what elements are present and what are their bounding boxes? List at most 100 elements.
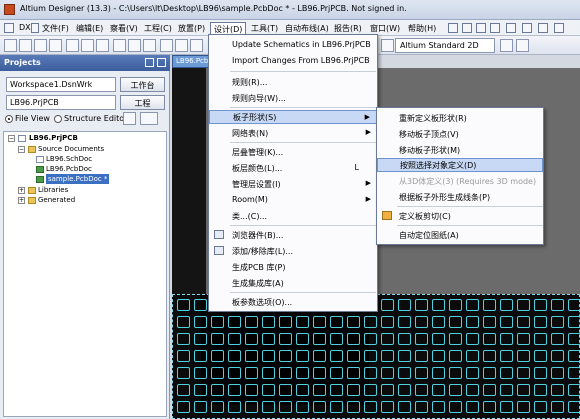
menu-netlist[interactable]: 网络表(N) ▶ (209, 126, 377, 140)
deselect-icon[interactable] (190, 39, 203, 52)
menu-layer-sets[interactable]: 管理层设置(I) ▶ (209, 177, 377, 191)
submenu-redefine-shape[interactable]: 重新定义板形状(R) (377, 111, 543, 125)
pad-outline (347, 316, 360, 328)
pad-outline (432, 333, 445, 345)
pad-outline (211, 367, 224, 379)
menu-place[interactable]: 放置(P) (175, 22, 208, 35)
menu-layer-stack[interactable]: 层叠管理(K)... (209, 145, 377, 159)
menu-add-remove-library[interactable]: 添加/移除库(L)... (209, 244, 377, 258)
menu-help[interactable]: 帮助(H) (405, 22, 439, 35)
workspace-select[interactable]: Workspace1.DsnWrk (6, 77, 116, 92)
menu-make-pcb-library[interactable]: 生成PCB 库(P) (209, 260, 377, 274)
text-icon[interactable] (538, 23, 548, 33)
pad-outline (483, 367, 496, 379)
pad-outline (296, 316, 309, 328)
tree-source-documents[interactable]: Source Documents (38, 144, 104, 154)
tree-generated[interactable]: Generated (38, 195, 75, 205)
expand-icon[interactable]: + (18, 197, 25, 204)
paste-icon[interactable] (143, 39, 156, 52)
zoom-out-icon[interactable] (81, 39, 94, 52)
document-options-icon[interactable] (140, 112, 158, 125)
menu-make-integrated-library[interactable]: 生成集成库(A) (209, 276, 377, 290)
project-settings-icon[interactable] (123, 112, 136, 125)
project-select[interactable]: LB96.PrjPCB (6, 95, 116, 110)
place-icon[interactable] (462, 23, 472, 33)
file-menu-icon (31, 23, 39, 33)
project-button[interactable]: 工程 (120, 95, 165, 110)
pad-outline (228, 367, 241, 379)
open-icon[interactable] (19, 39, 32, 52)
select-area-icon[interactable] (160, 39, 173, 52)
tree-pcbdoc[interactable]: LB96.PcbDoc (46, 164, 92, 174)
pad-outline (279, 384, 292, 396)
submenu-define-cutout-label: 定义板剪切(C) (399, 212, 451, 221)
submenu-move-vertices[interactable]: 移动板子顶点(V) (377, 127, 543, 141)
menu-board-shape[interactable]: 板子形状(S) ▶ (209, 110, 377, 124)
dxp-icon[interactable] (4, 23, 14, 33)
menu-room[interactable]: Room(M) ▶ (209, 193, 377, 207)
menu-make-pcb-library-label: 生成PCB 库(P) (232, 263, 286, 272)
zoom-fit-icon[interactable] (96, 39, 109, 52)
save-icon[interactable] (34, 39, 47, 52)
submenu-create-primitives[interactable]: 根据板子外形生成线条(P) (377, 190, 543, 204)
menu-edit[interactable]: 编辑(E) (73, 22, 106, 35)
layer-icon[interactable] (381, 39, 394, 52)
view-config-icon[interactable] (500, 39, 513, 52)
menu-board-options[interactable]: 板参数选项(O)... (209, 295, 377, 309)
submenu-auto-position-sheet[interactable]: 自动定位图纸(A) (377, 228, 543, 242)
print-icon[interactable] (49, 39, 62, 52)
grid-icon[interactable] (506, 23, 516, 33)
menu-netlist-label: 网络表(N) (232, 129, 269, 138)
collapse-icon[interactable]: − (8, 135, 15, 142)
tree-schdoc[interactable]: LB96.SchDoc (46, 154, 92, 164)
align-icon[interactable] (476, 23, 486, 33)
view-mode-select[interactable]: Altium Standard 2D (395, 38, 495, 53)
menu-rule-wizard[interactable]: 规则向导(W)... (209, 91, 377, 105)
pad-outline (568, 350, 580, 362)
structure-editor-radio[interactable] (54, 115, 62, 123)
pad-outline (517, 299, 530, 311)
pin-icon[interactable] (145, 58, 154, 67)
measure-icon[interactable] (522, 23, 532, 33)
cut-icon[interactable] (113, 39, 126, 52)
menu-view[interactable]: 察看(V) (107, 22, 141, 35)
submenu-define-from-3d-label: 从3D体定义(3) (Requires 3D mode) (399, 177, 537, 186)
pad-outline (313, 350, 326, 362)
3d-icon[interactable] (516, 39, 529, 52)
menu-rules[interactable]: 规则(R)... (209, 75, 377, 89)
menu-import-changes-label: Import Changes From LB96.PrjPCB (232, 56, 370, 65)
close-icon[interactable] (157, 58, 166, 67)
library-icon (214, 246, 224, 255)
expand-icon[interactable]: + (18, 187, 25, 194)
component-icon[interactable] (554, 23, 564, 33)
tree-project[interactable]: LB96.PrjPCB (29, 133, 78, 143)
menu-file[interactable]: 文件(F) (39, 22, 72, 35)
menu-update-schematics[interactable]: Update Schematics in LB96.PrjPCB (209, 38, 377, 52)
workspace-button[interactable]: 工作台 (120, 77, 165, 92)
menu-layer-colors[interactable]: 板层颜色(L)... L (209, 161, 377, 175)
submenu-move-shape[interactable]: 移动板子形状(M) (377, 143, 543, 157)
zoom-in-icon[interactable] (66, 39, 79, 52)
submenu-define-cutout[interactable]: 定义板剪切(C) (377, 209, 543, 223)
select-icon[interactable] (490, 23, 500, 33)
menu-browse-components[interactable]: 浏览器件(B)... (209, 228, 377, 242)
pad-outline (194, 316, 207, 328)
pad-outline (313, 333, 326, 345)
pad-outline (211, 333, 224, 345)
pad-outline (517, 333, 530, 345)
submenu-define-from-selection[interactable]: 按照选择对象定义(D) (377, 158, 543, 172)
tree-libraries[interactable]: Libraries (38, 185, 68, 195)
pad-outline (568, 367, 580, 379)
tree-sample-pcbdoc[interactable]: sample.PcbDoc * (46, 174, 110, 184)
move-icon[interactable] (175, 39, 188, 52)
new-icon[interactable] (4, 39, 17, 52)
menu-import-changes[interactable]: Import Changes From LB96.PrjPCB (209, 54, 377, 68)
menu-layer-sets-label: 管理层设置(I) (232, 180, 281, 189)
collapse-icon[interactable]: − (18, 146, 25, 153)
file-view-radio[interactable] (5, 115, 13, 123)
route-icon[interactable] (448, 23, 458, 33)
projects-panel-title: Projects (4, 58, 41, 67)
menu-classes[interactable]: 类...(C)... (209, 209, 377, 223)
copy-icon[interactable] (128, 39, 141, 52)
menu-project[interactable]: 工程(C) (141, 22, 175, 35)
